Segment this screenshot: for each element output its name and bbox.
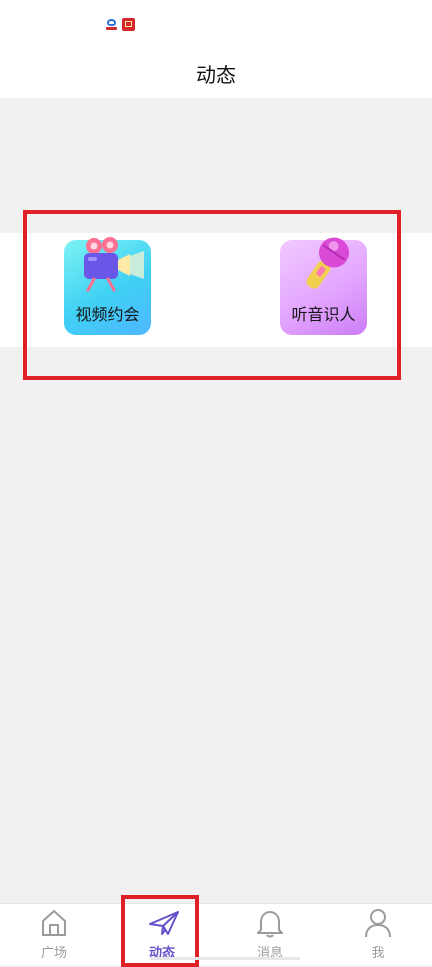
header: 动态 (0, 44, 432, 98)
feature-highlight-frame (23, 210, 401, 380)
home-indicator (150, 957, 300, 960)
tab-plaza-label: 广场 (40, 946, 67, 961)
home-icon (42, 910, 66, 936)
tab-me-label: 我 (371, 946, 385, 961)
tab-messages[interactable]: 消息 (216, 904, 324, 965)
bottom-tab-bar: 广场 动态 消息 我 (0, 903, 432, 965)
status-bar (0, 0, 432, 44)
red-app-icon (122, 18, 135, 31)
tab-me[interactable]: 我 (324, 904, 432, 965)
page-title: 动态 (196, 63, 236, 87)
tab-plaza[interactable]: 广场 (0, 904, 108, 965)
person-icon (365, 909, 391, 938)
baidu-app-icon (105, 18, 118, 31)
bell-icon (257, 911, 283, 938)
